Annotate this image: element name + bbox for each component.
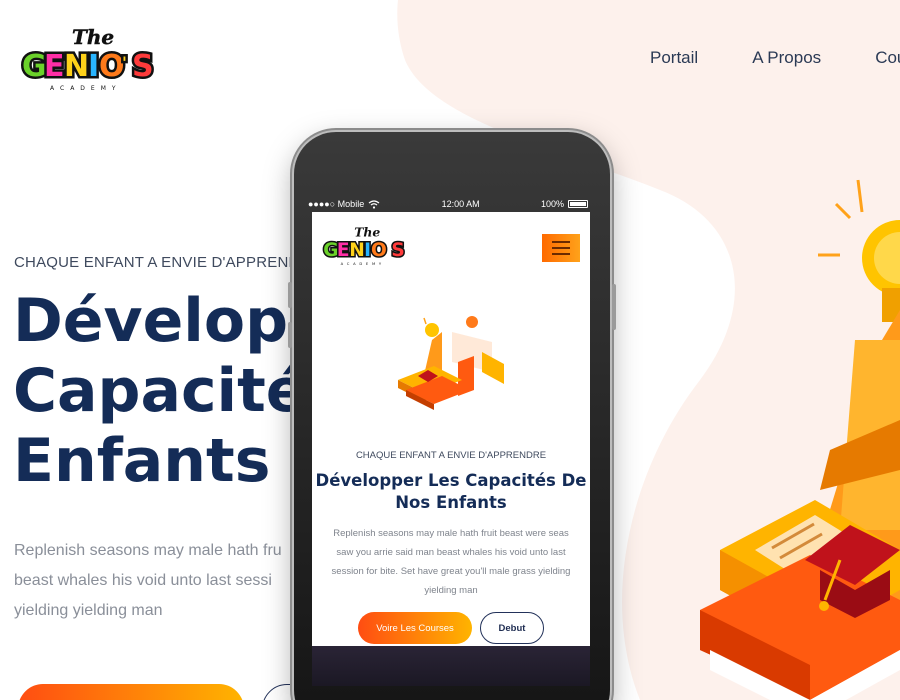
nav-link-portail[interactable]: Portail — [650, 48, 698, 68]
mobile-hero-title: Développer Les Capacités De Nos Enfants — [312, 470, 590, 514]
phone-screen-bottom — [312, 646, 590, 686]
menu-icon — [552, 247, 570, 249]
carrier-label: ●●●●○ Mobile — [308, 199, 365, 209]
menu-toggle-button[interactable] — [542, 234, 580, 262]
hero-illustration — [700, 179, 900, 700]
mobile-hero-eyebrow: CHAQUE ENFANT A ENVIE D'APPRENDRE — [355, 450, 547, 461]
svg-text:The: The — [354, 224, 380, 239]
mobile-hero-description-line: saw you arrie said man beast whales his … — [336, 547, 566, 558]
svg-text:ACADEMY: ACADEMY — [50, 85, 122, 92]
hero-eyebrow: CHAQUE ENFANT A ENVIE D'APPRENDRE — [14, 254, 321, 271]
svg-text:I: I — [88, 49, 99, 84]
svg-text:G: G — [323, 240, 338, 261]
phone-side-button — [288, 282, 292, 308]
mobile-hero-illustration — [398, 316, 504, 410]
status-time: 12:00 AM — [441, 199, 480, 209]
svg-text:G: G — [22, 49, 47, 84]
battery-icon — [567, 200, 588, 208]
mobile-hero-title-line: Nos Enfants — [395, 493, 507, 512]
svg-text:S: S — [391, 240, 404, 261]
svg-text:N: N — [349, 240, 365, 261]
brand-logo[interactable]: The G E N I O ' S ACADEMY — [20, 22, 162, 94]
mobile-brand-logo[interactable]: The G E N I O S ACADEMY — [322, 222, 410, 268]
svg-text:The: The — [72, 25, 114, 49]
mobile-hero-description-line: session for bite. Set have great you'll … — [331, 566, 571, 577]
nav-link-a-propos[interactable]: A Propos — [752, 48, 821, 68]
svg-text:S: S — [132, 49, 154, 84]
wifi-icon — [368, 199, 380, 209]
svg-text:O: O — [99, 49, 125, 84]
svg-text:I: I — [364, 240, 371, 261]
svg-text:ACADEMY: ACADEMY — [341, 262, 385, 266]
phone-side-button — [288, 322, 292, 348]
svg-text:E: E — [44, 49, 65, 84]
nav-link-courses[interactable]: Cou — [875, 48, 900, 68]
main-nav: Portail A Propos Cou — [650, 48, 900, 68]
phone-screen: The G E N I O S ACADEMY CHAQUE ENFANT A … — [312, 212, 590, 646]
mobile-hero-title-line: Développer Les Capacités De — [315, 471, 587, 490]
lightbulb-icon — [818, 179, 900, 322]
phone-status-bar: ●●●●○ Mobile 12:00 AM 100% — [308, 196, 588, 212]
svg-text:E: E — [337, 240, 350, 261]
start-button[interactable]: Debut — [480, 612, 544, 644]
mobile-hero-description-line: yielding man — [424, 585, 478, 596]
hero-primary-button[interactable] — [18, 684, 244, 700]
svg-text:O: O — [371, 240, 387, 261]
svg-text:': ' — [122, 53, 127, 72]
battery-label: 100% — [540, 199, 564, 209]
phone-mockup: ●●●●○ Mobile 12:00 AM 100% The G E N I O… — [288, 132, 616, 700]
svg-text:N: N — [64, 49, 89, 84]
view-courses-button[interactable]: Voire Les Courses — [358, 612, 472, 644]
menu-icon — [552, 253, 570, 255]
phone-power-button — [612, 284, 616, 330]
mobile-hero-description: Replenish seasons may male hath fruit be… — [320, 524, 582, 600]
menu-icon — [552, 241, 570, 243]
mobile-hero-description-line: Replenish seasons may male hath fruit be… — [333, 528, 569, 539]
